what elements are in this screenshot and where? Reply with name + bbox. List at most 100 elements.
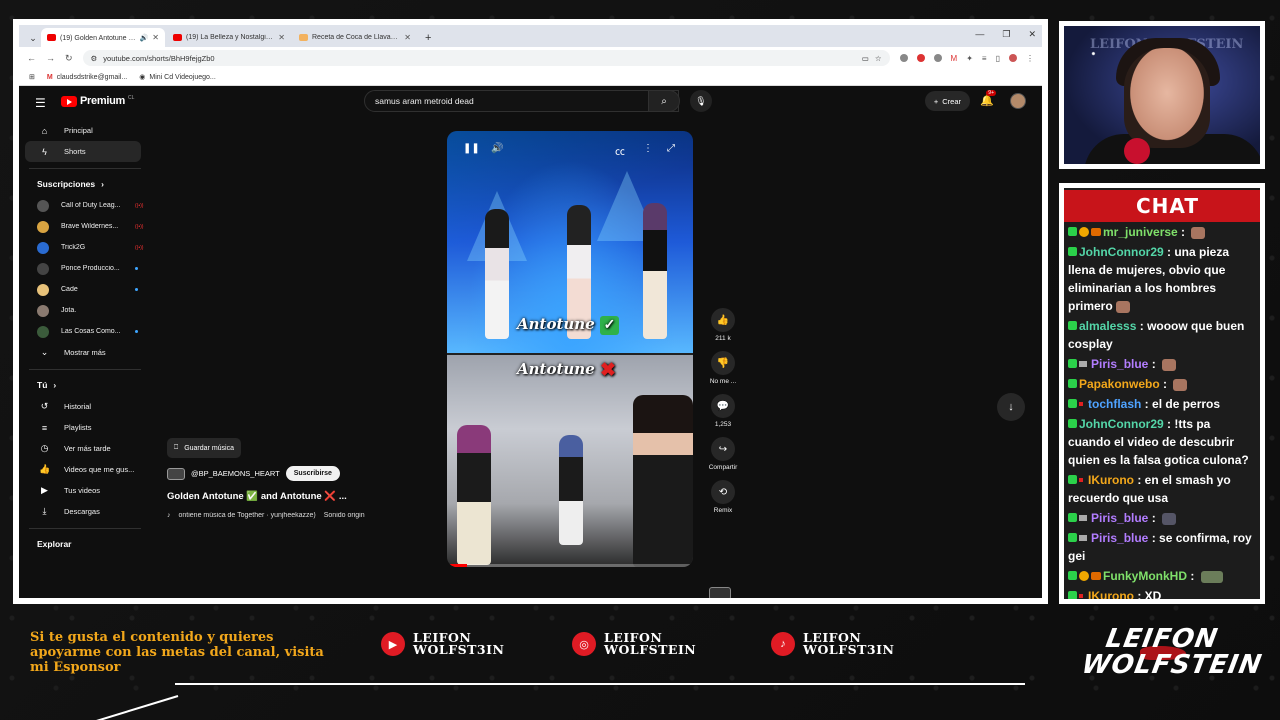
sidebar-item-historial[interactable]: ↺ Historial — [25, 396, 141, 417]
forward-icon[interactable]: → — [46, 53, 55, 63]
close-tab-icon[interactable]: ✕ — [278, 33, 285, 42]
pause-icon[interactable]: ❚❚ — [463, 143, 480, 154]
you-heading[interactable]: Tú › — [19, 374, 147, 396]
thumbs-down-icon: 👎 — [711, 351, 735, 375]
extension-icon[interactable] — [916, 54, 925, 62]
puzzle-icon[interactable]: ✦ — [966, 54, 973, 63]
dislike-button[interactable]: 👎 No me ... — [700, 351, 746, 385]
captions-icon[interactable]: ㏄ — [615, 143, 625, 158]
sidepanel-icon[interactable]: ▯ — [996, 54, 1000, 63]
volume-icon[interactable]: 🔊 — [491, 143, 503, 154]
close-tab-icon[interactable]: ✕ — [152, 33, 159, 42]
close-tab-icon[interactable]: ✕ — [404, 33, 411, 42]
subscription-item[interactable]: Brave Wildernes... ((•)) — [19, 216, 147, 237]
social-instagram: ◎ LEIFON WOLFSTEIN — [572, 631, 696, 656]
sound-thumbnail[interactable] — [709, 587, 731, 598]
close-window-icon[interactable]: ✕ — [1028, 29, 1036, 40]
next-short-button[interactable]: ↓ — [997, 393, 1025, 421]
chat-badge-icon — [1068, 533, 1077, 543]
original-sound-text: Sonido origin — [323, 512, 365, 519]
extension-icon[interactable] — [899, 54, 908, 62]
like-button[interactable]: 👍 211 k — [700, 308, 746, 342]
maximize-icon[interactable]: ❐ — [1002, 29, 1010, 40]
divider — [29, 369, 141, 370]
tab-groups-icon[interactable]: ≡ — [982, 54, 987, 63]
subscription-item[interactable]: Trick2G ((•)) — [19, 237, 147, 258]
tab-2[interactable]: (19) La Belleza y Nostalgia de C ✕ — [167, 28, 291, 47]
arrow-down-icon: ↓ — [1008, 401, 1014, 413]
youtube-logo[interactable]: Premium CL — [61, 95, 134, 107]
chat-badge-icon — [1068, 571, 1077, 581]
channel-avatar[interactable] — [167, 467, 185, 480]
more-options-icon[interactable]: ⋮ — [643, 143, 653, 154]
chat-message: mr_juniverse : — [1064, 222, 1260, 242]
logo-country: CL — [127, 95, 135, 101]
sidebar-item-your-videos[interactable]: ▶ Tus videos — [25, 480, 141, 501]
bookmark-star-icon[interactable]: ☆ — [875, 54, 882, 63]
reload-icon[interactable]: ↻ — [65, 53, 73, 64]
speaker-icon[interactable]: 🔊 — [140, 34, 149, 42]
profile-avatar[interactable] — [1009, 54, 1017, 62]
new-tab-button[interactable]: + — [419, 28, 437, 47]
title-part: Golden Antotune — [167, 491, 244, 502]
extension-icon[interactable] — [933, 54, 942, 62]
sidebar-item-principal[interactable]: ⌂ Principal — [25, 120, 141, 141]
cast-icon[interactable]: ▭ — [862, 54, 869, 63]
subscription-item[interactable]: Jota. — [19, 300, 147, 321]
sidebar-item-liked[interactable]: 👍 Videos que me gus... — [25, 459, 141, 480]
chat-message: Papakonwebo : — [1064, 374, 1260, 394]
tab-1[interactable]: (19) Golden Antotune ✅ a 🔊 ✕ — [41, 28, 165, 47]
show-more-button[interactable]: ⌄ Mostrar más — [25, 342, 141, 363]
video-progress-bar[interactable] — [447, 564, 693, 567]
dislike-label: No me ... — [709, 378, 737, 385]
subscribe-button[interactable]: Suscribirse — [285, 466, 340, 481]
chat-username: mr_juniverse — [1103, 225, 1178, 239]
comments-button[interactable]: 💬 1,253 — [700, 394, 746, 428]
subscription-item[interactable]: Ponce Produccio... — [19, 258, 147, 279]
menu-kebab-icon[interactable]: ⋮ — [1026, 54, 1034, 63]
tab-search-icon[interactable]: ⌄ — [25, 29, 41, 47]
subscription-item[interactable]: Call of Duty Leag... ((•)) — [19, 195, 147, 216]
subscription-item[interactable]: Cade — [19, 279, 147, 300]
channel-handle[interactable]: @BP_BAEMONS_HEART — [191, 469, 280, 478]
voice-search-button[interactable]: 🎙 — [690, 90, 712, 112]
sidebar-item-shorts[interactable]: ϟ Shorts — [25, 141, 141, 162]
fullscreen-icon[interactable]: ⤢ — [667, 143, 675, 154]
notifications-button[interactable]: 🔔 9+ — [980, 90, 996, 107]
tab-3[interactable]: Receta de Coca de Llavaneras ✕ — [293, 28, 417, 47]
avatar[interactable] — [1010, 93, 1026, 109]
social-line: WOLFST3IN — [803, 642, 895, 657]
music-row[interactable]: ♪ ontiene música de Together · yunjheeka… — [167, 512, 427, 519]
music-note-icon: ♪ — [167, 512, 171, 519]
video-title[interactable]: Golden Antotune ✅ and Antotune ❌ ... — [167, 491, 427, 502]
subscriptions-heading[interactable]: Suscripciones › — [19, 173, 147, 195]
sidebar-item-playlists[interactable]: ≡ Playlists — [25, 417, 141, 438]
brand-line: LEIFON — [1103, 624, 1221, 654]
check-mark-icon: ✓ — [600, 315, 619, 335]
channel-name: Cade — [61, 286, 78, 293]
minimize-icon[interactable]: — — [975, 29, 984, 40]
short-video-player[interactable]: Antotune ✓ Antotune ✖ ❚❚ 🔊 ㏄ ⋮ ⤢ — [447, 131, 693, 567]
back-icon[interactable]: ← — [27, 53, 36, 63]
sidebar-item-downloads[interactable]: ⤓ Descargas — [25, 501, 141, 522]
search-input[interactable]: samus aram metroid dead ✕ — [364, 90, 679, 112]
bookmark-item[interactable]: Mclaudsdstrike@gmail... — [47, 74, 127, 81]
apps-grid-icon[interactable]: ⊞ — [29, 73, 35, 81]
overlay-divider — [175, 683, 1025, 685]
thumbs-up-icon: 👍 — [711, 308, 735, 332]
site-info-icon[interactable]: ⚙ — [91, 54, 98, 63]
subscription-item[interactable]: Las Cosas Como... — [19, 321, 147, 342]
performer-figure — [559, 435, 583, 545]
gmail-icon[interactable]: M — [951, 54, 958, 63]
webcam-feed: LEIFON WOLFSTEIN — [1064, 26, 1260, 164]
save-music-button[interactable]: ⎕ Guardar música — [167, 438, 241, 458]
bookmark-item[interactable]: ◉ Mini Cd Videojuego... — [139, 73, 216, 82]
remix-button[interactable]: ⟲ Remix — [700, 480, 746, 514]
share-button[interactable]: ↪ Compartir — [700, 437, 746, 471]
menu-hamburger-icon[interactable]: ☰ — [35, 96, 46, 110]
sidebar-item-watch-later[interactable]: ◷ Ver más tarde — [25, 438, 141, 459]
save-music-label: Guardar música — [184, 444, 234, 452]
url-field[interactable]: ⚙ youtube.com/shorts/BhH9fejgZb0 ▭ ☆ — [82, 50, 890, 66]
create-button[interactable]: + Crear — [924, 91, 970, 111]
search-button[interactable]: ⌕ — [648, 90, 680, 112]
